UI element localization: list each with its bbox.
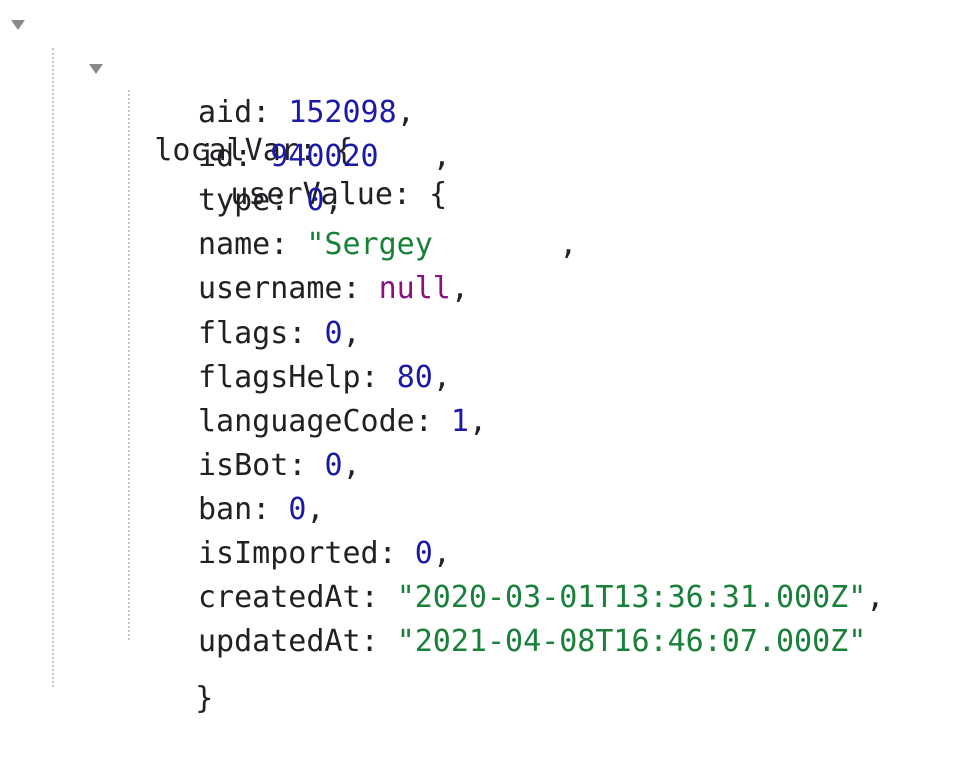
- property-row[interactable]: createdAt: "2020-03-01T13:36:31.000Z",: [198, 577, 884, 619]
- property-row[interactable]: updatedAt: "2021-04-08T16:46:07.000Z": [198, 621, 866, 663]
- property-value: 0: [306, 183, 325, 218]
- property-row[interactable]: flagsHelp: 80,: [198, 357, 451, 399]
- property-row[interactable]: type: 0,: [198, 180, 343, 222]
- property-row[interactable]: id: 940020 ,: [198, 136, 451, 178]
- property-trailing: ,: [432, 536, 451, 571]
- property-key: isImported: [198, 536, 379, 571]
- property-value: 0: [324, 448, 343, 483]
- property-value: 0: [288, 492, 307, 527]
- property-key: aid: [198, 95, 253, 130]
- property-trailing: ,: [468, 404, 487, 439]
- property-row[interactable]: languageCode: 1,: [198, 401, 487, 443]
- property-trailing: ,: [396, 95, 415, 130]
- property-key: id: [198, 139, 235, 174]
- property-key: ban: [198, 492, 253, 527]
- triangle-down-icon[interactable]: [86, 48, 108, 90]
- property-row[interactable]: username: null,: [198, 268, 469, 310]
- property-value: 152098: [288, 95, 397, 130]
- property-value: "Sergey: [306, 227, 433, 262]
- property-key: languageCode: [198, 404, 415, 439]
- triangle-down-icon[interactable]: [8, 4, 30, 46]
- property-key: name: [198, 227, 271, 262]
- property-value: "2020-03-01T13:36:31.000Z": [396, 580, 867, 615]
- property-trailing: ,: [342, 448, 361, 483]
- property-trailing: ,: [450, 271, 469, 306]
- property-key: flagsHelp: [198, 360, 361, 395]
- property-value: 0: [414, 536, 433, 571]
- property-row[interactable]: name: "Sergey ,: [198, 224, 577, 266]
- property-value: "2021-04-08T16:46:07.000Z": [396, 624, 867, 659]
- property-key: username: [198, 271, 343, 306]
- json-tree-viewer: localVar: { userValue: { aid: 152098, id:…: [0, 0, 961, 716]
- property-trailing: ,: [432, 227, 578, 262]
- property-row[interactable]: isImported: 0,: [198, 533, 451, 575]
- property-value: 0: [324, 316, 343, 351]
- property-row[interactable]: isBot: 0,: [198, 445, 361, 487]
- tree-row-local-var[interactable]: localVar: {: [0, 4, 353, 168]
- open-brace-user-value: {: [429, 177, 448, 212]
- property-row[interactable]: flags: 0,: [198, 313, 361, 355]
- property-row[interactable]: ban: 0,: [198, 489, 324, 531]
- property-key: updatedAt: [198, 624, 361, 659]
- property-trailing: ,: [378, 139, 451, 174]
- property-trailing: ,: [306, 492, 325, 527]
- property-key: flags: [198, 316, 289, 351]
- property-value: null: [378, 271, 451, 306]
- property-row[interactable]: aid: 152098,: [198, 92, 415, 134]
- tree-row-close-brace: }: [123, 636, 213, 716]
- property-trailing: ,: [342, 316, 361, 351]
- property-trailing: ,: [432, 360, 451, 395]
- tree-row-user-value[interactable]: userValue: {: [0, 48, 447, 212]
- property-trailing: ,: [866, 580, 885, 615]
- property-value: 80: [396, 360, 433, 395]
- property-key: type: [198, 183, 271, 218]
- property-value: 940020: [270, 139, 379, 174]
- close-brace-user-value: }: [195, 681, 214, 716]
- property-trailing: ,: [324, 183, 343, 218]
- property-key: createdAt: [198, 580, 361, 615]
- property-key: isBot: [198, 448, 289, 483]
- property-value: 1: [450, 404, 469, 439]
